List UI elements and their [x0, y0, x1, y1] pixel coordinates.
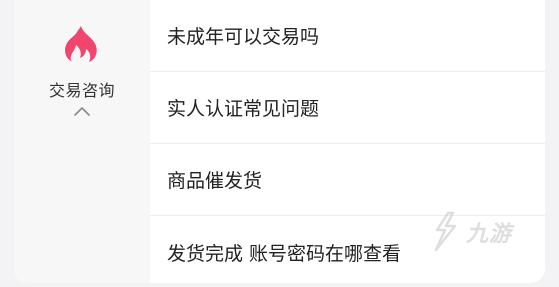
question-item-identity-verification[interactable]: 实人认证常见问题 — [150, 72, 545, 144]
category-label: 交易咨询 — [48, 81, 115, 100]
category-panel[interactable]: 交易咨询 — [14, 0, 150, 283]
question-label: 未成年可以交易吗 — [167, 26, 320, 48]
watermark: 九游 — [428, 206, 545, 258]
watermark-logo-icon — [434, 211, 457, 252]
watermark-text: 九游 — [466, 221, 513, 247]
faq-card: 交易咨询 未成年可以交易吗 实人认证常见问题 商品催发货 发货完成 账号密码在哪… — [14, 0, 545, 283]
flame-icon — [65, 26, 97, 62]
question-label: 商品催发货 — [167, 170, 263, 192]
question-label: 发货完成 账号密码在哪查看 — [167, 242, 402, 265]
chevron-up-icon[interactable] — [73, 104, 91, 118]
question-label: 实人认证常见问题 — [167, 98, 320, 120]
question-item-minor-trading[interactable]: 未成年可以交易吗 — [150, 0, 545, 72]
